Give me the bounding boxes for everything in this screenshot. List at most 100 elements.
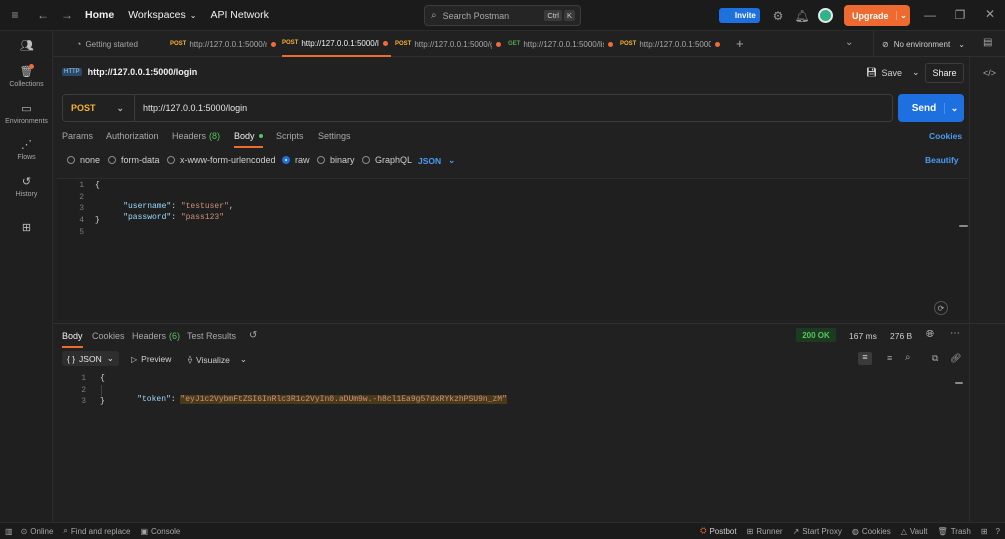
wrap-lines-icon[interactable]: ≡ [858, 352, 872, 365]
find-replace-button[interactable]: ⌕ Find and replace [63, 526, 130, 536]
copy-icon[interactable]: ⧉ [932, 353, 938, 364]
tab-request[interactable]: POST http://127.0.0.1:5000/re [170, 31, 280, 57]
response-format-select[interactable]: { } JSON ⌄ [62, 351, 119, 366]
tab-headers[interactable]: Headers (8) [172, 131, 220, 141]
notifications-bell-icon[interactable]: 🔔︎ [790, 9, 814, 23]
tabs-overflow-chevron-icon[interactable]: ⌄ [845, 37, 853, 48]
sidebar-item-label: Environments [5, 118, 48, 125]
tab-scripts[interactable]: Scripts [276, 131, 304, 141]
token-value[interactable]: "eyJ1c2VybmFtZSI6InRlc3R1c2VyIn0.aDUm9w.… [180, 395, 507, 404]
layout-grid-icon[interactable]: ⊞ [981, 527, 988, 536]
team-icon[interactable]: 👥︎ [20, 39, 34, 52]
cookies-button[interactable]: ◍ Cookies [852, 527, 891, 536]
home-link[interactable]: Home [85, 9, 114, 21]
link-icon[interactable]: 🔗︎ [950, 353, 961, 364]
api-network-link[interactable]: API Network [210, 9, 268, 21]
response-size[interactable]: 276 B [890, 331, 912, 341]
response-tab-body[interactable]: Body [62, 331, 83, 348]
sidebar-item-configure[interactable]: ⊞ [0, 221, 53, 237]
workspaces-menu[interactable]: Workspaces ⌄ [128, 9, 196, 21]
body-language-select[interactable]: JSON ⌄ [418, 155, 455, 166]
tab-getting-started[interactable]: ◔ Getting started [76, 31, 166, 57]
response-tab-headers[interactable]: Headers (6) [132, 331, 180, 341]
proxy-icon: ↗ [792, 526, 800, 536]
avatar[interactable] [818, 8, 833, 23]
forward-arrow-icon[interactable]: → [55, 8, 79, 22]
send-button[interactable]: Send ⌄ [898, 94, 964, 122]
request-name[interactable]: http://127.0.0.1:5000/login [88, 67, 198, 77]
tab-request[interactable]: POST http://127.0.0.1:5000/n [620, 31, 724, 57]
vault-button[interactable]: △ Vault [901, 527, 928, 536]
status-label: 200 OK [802, 330, 830, 340]
status-bar: ▥ ⊙ Online ⌕ Find and replace ▣ Console ⛭ Po… [0, 522, 1005, 539]
more-options-icon[interactable]: ⋯ [950, 328, 960, 339]
save-button[interactable]: 💾︎ Save ⌄ [866, 67, 920, 78]
radio-form-data[interactable]: form-data [108, 155, 160, 165]
beautify-link[interactable]: Beautify [925, 155, 959, 165]
line-number: 1 [81, 374, 86, 383]
console-button[interactable]: ▣ Console [140, 527, 180, 536]
code-brace-open: { [95, 181, 100, 190]
online-label: Online [30, 526, 54, 536]
network-globe-icon[interactable]: 🌐︎ [926, 329, 934, 340]
send-options-chevron-icon[interactable]: ⌄ [944, 102, 964, 114]
new-tab-plus-icon[interactable]: + [736, 36, 744, 51]
radio-graphql[interactable]: GraphQL [362, 155, 412, 165]
filter-icon[interactable]: ≡ [887, 353, 892, 363]
url-input[interactable]: http://127.0.0.1:5000/login [143, 103, 247, 113]
radio-urlencoded[interactable]: x-www-form-urlencoded [167, 155, 276, 165]
upgrade-chevron-icon[interactable]: ⌄ [896, 11, 910, 20]
tab-request[interactable]: GET http://127.0.0.1:5000/list [508, 31, 616, 57]
help-icon[interactable]: ? [996, 527, 1000, 536]
online-status[interactable]: ⊙ Online [21, 527, 54, 536]
radio-binary[interactable]: binary [317, 155, 355, 165]
environment-quicklook-icon[interactable]: ▤ [983, 37, 992, 48]
menu-icon[interactable]: ≡ [3, 8, 27, 22]
ai-assist-icon[interactable]: ⟳ [934, 301, 948, 315]
minimize-icon[interactable]: — [918, 8, 942, 22]
sidebar-item-environments[interactable]: ▭ Environments [0, 102, 53, 125]
radio-none[interactable]: none [67, 155, 100, 165]
search-response-icon[interactable]: ⌕ [905, 352, 911, 363]
runner-button[interactable]: ⊞ Runner [747, 527, 783, 536]
code-snippet-icon[interactable]: </> [983, 68, 996, 78]
upgrade-button[interactable]: Upgrade ⌄ [844, 5, 910, 26]
preview-button[interactable]: ▷ Preview [131, 354, 171, 364]
tab-body[interactable]: Body [234, 131, 263, 148]
response-scrollbar[interactable] [955, 382, 963, 384]
toggle-sidebar-icon[interactable]: ▥ [5, 527, 13, 536]
radio-raw[interactable]: raw [282, 155, 310, 165]
sidebar-item-collections[interactable]: 🗑︎ Collections [0, 65, 53, 88]
back-arrow-icon[interactable]: ← [31, 8, 55, 22]
editor-scrollbar[interactable] [959, 225, 968, 227]
search-bar[interactable]: ⌕ Search Postman Ctrl K [424, 5, 581, 26]
environment-selector[interactable]: ⊘ No environment ⌄ [873, 31, 965, 57]
start-proxy-button[interactable]: ↗ Start Proxy [793, 527, 842, 536]
visualize-button[interactable]: ⟠ Visualize ⌄ [188, 354, 247, 365]
invite-button[interactable]: 👤 Invite [719, 8, 760, 23]
response-tab-cookies[interactable]: Cookies [92, 331, 125, 341]
share-button[interactable]: Share [925, 63, 964, 83]
tab-params[interactable]: Params [62, 131, 93, 141]
postbot-button[interactable]: ⛭ Postbot [700, 526, 737, 536]
response-tab-test-results[interactable]: Test Results [187, 331, 236, 341]
close-icon[interactable]: ✕ [978, 7, 1002, 21]
line-number: 2 [79, 193, 84, 202]
response-time[interactable]: 167 ms [849, 331, 877, 341]
status-badge[interactable]: 200 OK [796, 328, 836, 342]
settings-gear-icon[interactable]: ⚙ [766, 9, 790, 23]
cookies-link[interactable]: Cookies [929, 131, 962, 141]
sidebar-item-flows[interactable]: ⋰ Flows [0, 138, 53, 161]
trash-button[interactable]: 🗑︎ Trash [938, 527, 971, 536]
tab-request[interactable]: POST http://127.0.0.1:5000/g [395, 31, 505, 57]
tab-authorization[interactable]: Authorization [106, 131, 159, 141]
response-history-icon[interactable]: ↺ [249, 330, 257, 341]
tab-request-active[interactable]: POST http://127.0.0.1:5000/lc [282, 31, 391, 57]
restore-icon[interactable]: ❐ [948, 8, 972, 22]
upgrade-label: Upgrade [852, 10, 889, 21]
radio-label: raw [295, 155, 310, 165]
sidebar-item-history[interactable]: ↺ History [0, 175, 53, 198]
tab-settings[interactable]: Settings [318, 131, 351, 141]
headers-count: (8) [209, 131, 221, 141]
method-select[interactable]: POST ⌄ [63, 95, 135, 121]
